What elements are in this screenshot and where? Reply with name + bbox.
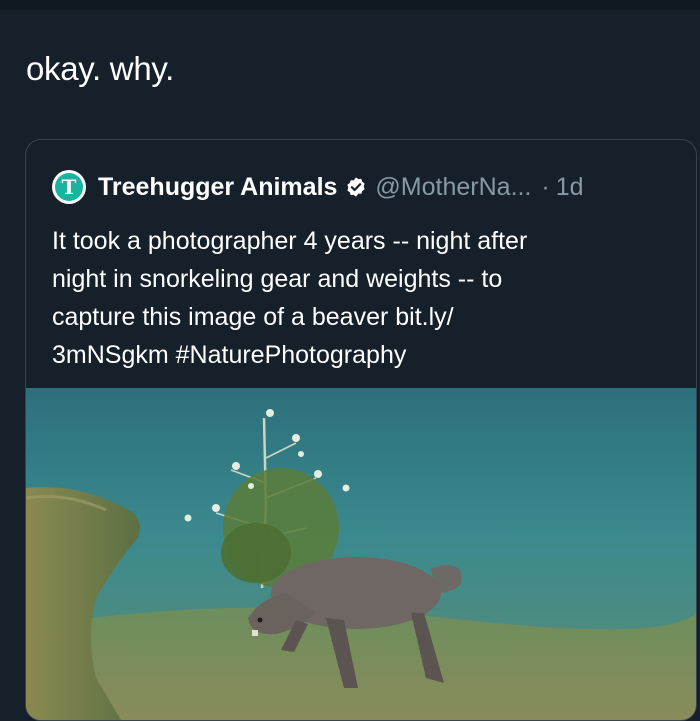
quoted-tweet-line: capture this image of a beaver bit.ly/ [52,303,454,331]
author-handle[interactable]: @MotherNa... [375,173,531,202]
timestamp[interactable]: 1d [556,173,584,202]
quoted-tweet-card[interactable]: T Treehugger Animals @MotherNa... · 1d I… [25,139,697,721]
quoted-tweet-line: It took a photographer 4 years -- night … [52,227,528,255]
avatar-letter: T [61,175,77,199]
quoted-tweet-header: T Treehugger Animals @MotherNa... · 1d [52,170,584,204]
quoted-tweet-body: It took a photographer 4 years -- night … [52,222,662,374]
verified-badge-icon [345,176,367,198]
meta-separator: · [541,172,550,201]
quoted-tweet-line: night in snorkeling gear and weights -- … [52,265,503,293]
quoted-tweet-line: 3mNSgkm #NaturePhotography [52,341,407,369]
top-edge [0,0,700,10]
beaver-photo[interactable] [26,388,696,720]
avatar[interactable]: T [52,170,86,204]
author-name[interactable]: Treehugger Animals [98,173,337,202]
avatar-logo: T [55,173,83,201]
tweet-text: okay. why. [26,50,174,87]
